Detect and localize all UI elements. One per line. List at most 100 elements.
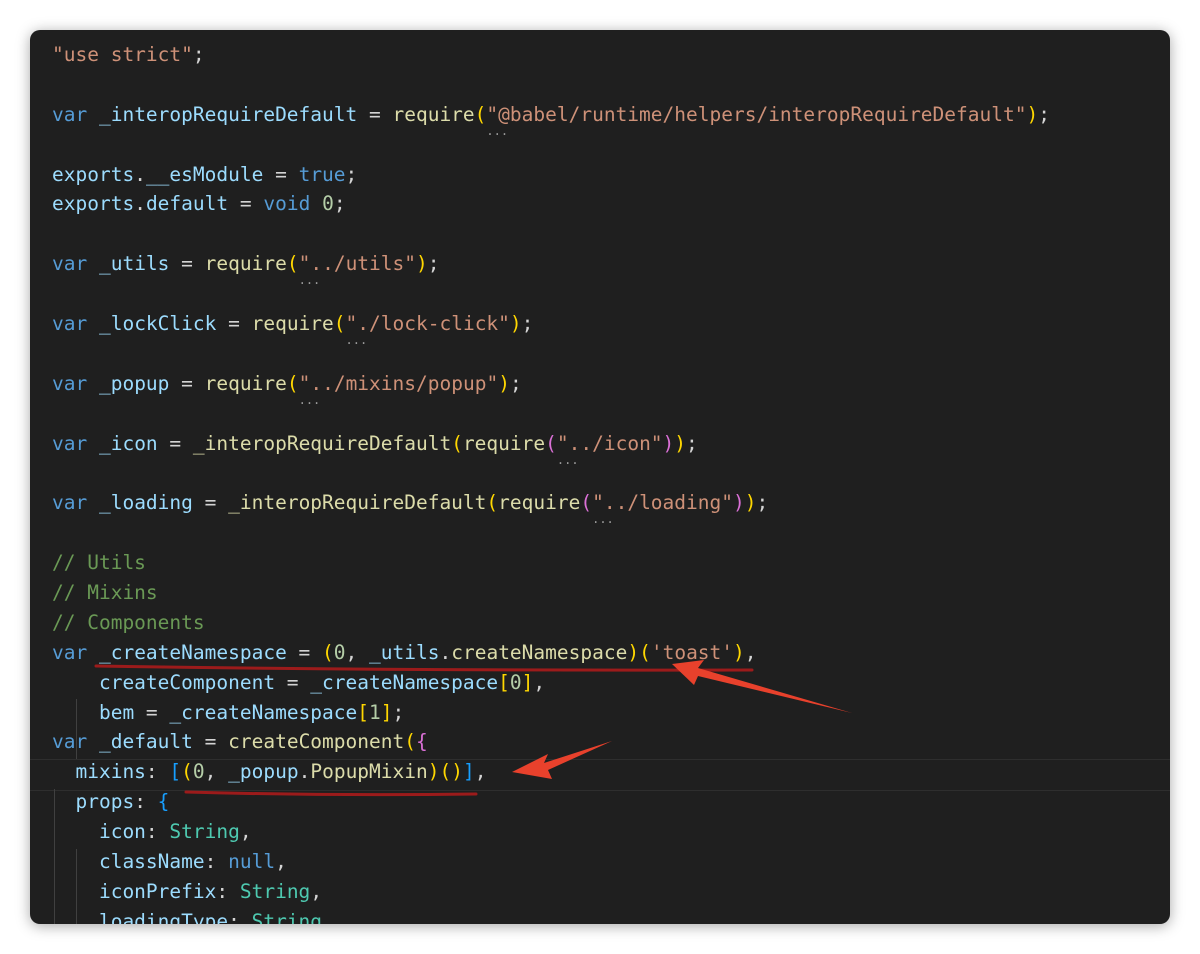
code-token: ) <box>733 640 745 664</box>
code-token: ) <box>427 760 440 784</box>
code-line[interactable]: className: null, <box>52 847 1050 877</box>
code-token: : <box>228 909 252 924</box>
code-line[interactable]: var _default = createComponent({ <box>52 727 1050 757</box>
code-line[interactable] <box>52 339 1050 369</box>
code-token: ( <box>286 371 299 395</box>
code-token: var <box>52 102 99 126</box>
code-content[interactable]: "use strict"; var _interopRequireDefault… <box>52 40 1050 924</box>
code-token: ; <box>686 431 698 455</box>
code-editor[interactable]: "use strict"; var _interopRequireDefault… <box>30 30 1170 924</box>
code-line[interactable]: props: { <box>52 787 1050 817</box>
code-token: ( <box>580 491 593 515</box>
code-line[interactable]: var _interopRequireDefault = require("@b… <box>52 100 1050 130</box>
code-line[interactable]: exports.default = void 0; <box>52 189 1050 219</box>
code-token: _interopRequireDefault <box>192 431 452 455</box>
code-token: ( <box>404 730 416 754</box>
code-token: ) <box>498 371 510 395</box>
code-token: , <box>474 760 487 784</box>
code-token: var <box>52 431 99 455</box>
code-token: ) <box>627 640 640 664</box>
code-token: = <box>286 640 323 664</box>
code-line[interactable]: var _lockClick = require("./lock-click")… <box>52 309 1050 339</box>
code-token: createNamespace <box>451 640 628 664</box>
code-token: ; <box>345 162 358 186</box>
code-token: ) <box>674 431 687 455</box>
code-line[interactable]: icon: String, <box>52 817 1050 847</box>
code-token: iconPrefix <box>52 879 217 903</box>
code-token: 0 <box>509 670 522 694</box>
code-token: ; <box>509 371 522 395</box>
code-token: require <box>204 252 287 276</box>
code-line[interactable] <box>52 399 1050 429</box>
code-token: ] <box>463 760 475 784</box>
code-token: = <box>263 162 299 186</box>
code-token: String <box>169 820 240 844</box>
code-line[interactable]: bem = _createNamespace[1]; <box>52 698 1050 728</box>
code-token: = <box>169 252 205 276</box>
code-token: " <box>592 491 604 514</box>
code-line[interactable]: var _utils = require("../utils"); <box>52 249 1050 279</box>
code-line[interactable]: var _icon = _interopRequireDefault(requi… <box>52 429 1050 459</box>
code-token: _popup <box>228 760 299 784</box>
code-token: ; <box>392 700 405 724</box>
code-token: = <box>357 102 393 126</box>
code-line[interactable]: // Components <box>52 608 1050 638</box>
code-token: , <box>533 670 546 694</box>
code-token: __esModule <box>145 162 264 186</box>
code-token: className <box>52 850 205 874</box>
code-line[interactable]: var _loading = _interopRequireDefault(re… <box>52 488 1050 518</box>
code-line[interactable]: // Utils <box>52 548 1050 578</box>
code-token: ; <box>192 43 205 66</box>
code-token: mixins <box>52 760 146 784</box>
code-token: = <box>134 700 170 724</box>
code-token: // Utils <box>52 551 146 575</box>
code-token: require <box>498 491 581 515</box>
code-token: ) <box>451 760 463 784</box>
code-line[interactable]: var _createNamespace = (0, _utils.create… <box>52 638 1050 668</box>
code-token: _createNamespace <box>98 640 287 664</box>
code-line[interactable] <box>52 279 1050 309</box>
code-token: ( <box>322 640 334 664</box>
code-token: ] <box>521 670 534 694</box>
code-token: = <box>216 312 252 336</box>
code-token: props <box>52 790 135 814</box>
code-token: . <box>298 760 311 784</box>
code-line[interactable] <box>52 130 1050 160</box>
code-line[interactable]: createComponent = _createNamespace[0], <box>52 668 1050 698</box>
code-line[interactable] <box>52 458 1050 488</box>
code-line[interactable]: var _popup = require("../mixins/popup"); <box>52 369 1050 399</box>
code-line[interactable]: exports.__esModule = true; <box>52 160 1050 190</box>
code-line[interactable]: iconPrefix: String, <box>52 877 1050 907</box>
code-token: = <box>192 730 229 754</box>
code-token: var <box>52 312 99 336</box>
code-token: , <box>744 640 757 664</box>
code-token: _createNamespace <box>169 700 358 724</box>
code-token: createComponent <box>52 670 276 694</box>
code-token: ) <box>732 491 745 515</box>
code-line[interactable] <box>52 518 1050 548</box>
code-line[interactable]: loadingType: String, <box>52 907 1050 924</box>
code-token: ( <box>333 312 346 336</box>
code-token: ) <box>744 491 757 515</box>
code-token: 0 <box>192 760 205 784</box>
code-line[interactable] <box>52 70 1050 100</box>
code-token: require <box>392 102 475 126</box>
code-token: = <box>192 491 229 515</box>
code-token: _createNamespace <box>310 670 499 694</box>
code-token: ] <box>380 700 393 724</box>
code-line[interactable]: "use strict"; <box>52 40 1050 70</box>
code-line[interactable]: // Mixins <box>52 578 1050 608</box>
code-token: _default <box>98 730 193 754</box>
code-line[interactable]: mixins: [(0, _popup.PopupMixin)()], <box>52 757 1050 787</box>
code-token: _loading <box>98 491 193 515</box>
code-token: _utils <box>369 640 440 664</box>
code-token: 0 <box>333 640 346 664</box>
code-token: : <box>216 879 240 903</box>
code-token: ../icon" <box>568 431 663 455</box>
code-line[interactable] <box>52 219 1050 249</box>
code-token: : <box>204 850 229 874</box>
code-token: , <box>322 909 334 924</box>
code-token: " <box>299 252 311 275</box>
code-token: ../mixins/popup" <box>310 371 499 395</box>
code-token: _utils <box>98 252 170 276</box>
